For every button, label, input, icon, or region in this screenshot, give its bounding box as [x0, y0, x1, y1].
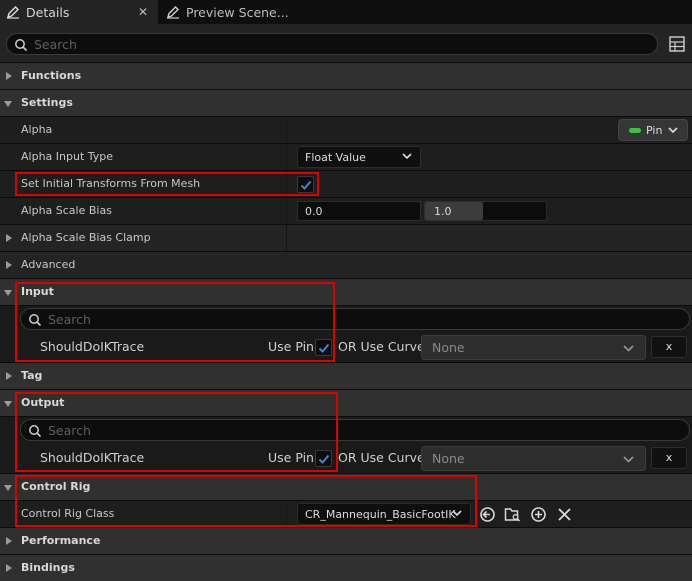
- category-input-label: Input: [21, 285, 54, 298]
- pencil-icon: [166, 6, 179, 19]
- checkmark-icon: [318, 343, 330, 353]
- category-bindings[interactable]: Bindings: [0, 554, 692, 581]
- tab-bar: Details ✕ Preview Scene...: [0, 0, 692, 24]
- input-search-placeholder: Search: [48, 312, 91, 327]
- expand-arrow-icon: [6, 261, 12, 269]
- expand-arrow-icon: [6, 72, 12, 80]
- collapse-arrow-icon: [4, 290, 12, 296]
- group-alpha-scale-bias-clamp-label: Alpha Scale Bias Clamp: [21, 231, 151, 244]
- pencil-icon: [6, 6, 19, 19]
- clear-icon[interactable]: [556, 506, 573, 523]
- chevron-down-icon: [668, 127, 678, 134]
- search-placeholder: Search: [34, 37, 77, 52]
- property-label-alpha-input-type: Alpha Input Type: [21, 150, 114, 163]
- input-or-use-curve-label: OR Use Curve: [338, 339, 425, 354]
- output-search-input[interactable]: Search: [20, 419, 690, 441]
- category-performance-label: Performance: [21, 534, 101, 547]
- search-input[interactable]: Search: [6, 33, 658, 55]
- details-search-row: Search: [0, 24, 692, 64]
- category-settings-label: Settings: [21, 96, 73, 109]
- alpha-scale-bias-min-input[interactable]: 0.0: [297, 201, 421, 221]
- add-icon[interactable]: [530, 506, 547, 523]
- alpha-scale-bias-max-value: 1.0: [434, 205, 452, 218]
- search-icon: [29, 425, 42, 438]
- category-bindings-label: Bindings: [21, 561, 75, 574]
- input-search-input[interactable]: Search: [20, 308, 690, 330]
- input-use-pin-checkbox[interactable]: [315, 339, 332, 356]
- use-selected-icon[interactable]: [479, 506, 496, 523]
- property-matrix-icon[interactable]: [668, 35, 686, 53]
- search-icon: [29, 314, 42, 327]
- property-row-alpha-input-type: Alpha Input Type Float Value: [0, 143, 692, 170]
- collapse-arrow-icon: [4, 485, 12, 491]
- input-pins-panel: Search ShouldDoIKTrace Use Pin OR Use Cu…: [0, 305, 692, 362]
- output-pins-panel: Search ShouldDoIKTrace Use Pin OR Use Cu…: [0, 416, 692, 473]
- alpha-input-type-combo[interactable]: Float Value: [297, 146, 421, 168]
- category-functions[interactable]: Functions: [0, 62, 692, 89]
- tab-preview-scene-label: Preview Scene...: [186, 4, 289, 20]
- property-row-alpha-scale-bias: Alpha Scale Bias 0.0 1.0: [0, 197, 692, 224]
- set-initial-transforms-checkbox[interactable]: [297, 176, 314, 193]
- output-curve-combo[interactable]: None: [421, 446, 646, 471]
- category-output[interactable]: Output: [0, 389, 692, 416]
- group-advanced[interactable]: Advanced: [0, 251, 692, 278]
- category-tag[interactable]: Tag: [0, 362, 692, 389]
- search-icon: [15, 39, 28, 52]
- input-clear-button[interactable]: x: [651, 336, 687, 358]
- property-row-alpha: Alpha Pin: [0, 116, 692, 143]
- category-settings[interactable]: Settings: [0, 89, 692, 116]
- chevron-down-icon: [452, 510, 462, 517]
- output-or-use-curve-label: OR Use Curve: [338, 450, 425, 465]
- property-row-control-rig-class: Control Rig Class CR_Mannequin_BasicFoot…: [0, 500, 692, 527]
- category-functions-label: Functions: [21, 69, 82, 82]
- property-label-set-initial-transforms: Set Initial Transforms From Mesh: [21, 177, 201, 190]
- output-use-pin-checkbox[interactable]: [315, 450, 332, 467]
- property-row-set-initial-transforms: Set Initial Transforms From Mesh: [0, 170, 692, 197]
- browse-folder-icon[interactable]: [504, 506, 521, 523]
- control-rig-class-value: CR_Mannequin_BasicFootIK: [305, 508, 456, 521]
- output-search-placeholder: Search: [48, 423, 91, 438]
- category-control-rig[interactable]: Control Rig: [0, 473, 692, 500]
- tab-details[interactable]: Details ✕: [0, 0, 158, 24]
- category-tag-label: Tag: [21, 369, 43, 382]
- category-performance[interactable]: Performance: [0, 527, 692, 554]
- output-clear-button[interactable]: x: [651, 447, 687, 469]
- tab-preview-scene[interactable]: Preview Scene...: [160, 0, 330, 24]
- collapse-arrow-icon: [4, 101, 12, 107]
- property-label-alpha-scale-bias: Alpha Scale Bias: [21, 204, 112, 217]
- property-label-alpha: Alpha: [21, 123, 53, 136]
- output-curve-value: None: [432, 451, 465, 466]
- category-output-label: Output: [21, 396, 65, 409]
- checkmark-icon: [318, 454, 330, 464]
- output-pin-name: ShouldDoIKTrace: [40, 450, 145, 465]
- group-advanced-label: Advanced: [21, 258, 76, 271]
- input-curve-combo[interactable]: None: [421, 335, 646, 360]
- collapse-arrow-icon: [4, 401, 12, 407]
- input-pin-name: ShouldDoIKTrace: [40, 339, 145, 354]
- expand-arrow-icon: [6, 564, 12, 572]
- expand-arrow-icon: [6, 234, 12, 242]
- output-use-pin-label: Use Pin: [268, 450, 314, 465]
- control-rig-class-combo[interactable]: CR_Mannequin_BasicFootIK: [297, 503, 471, 525]
- property-label-control-rig-class: Control Rig Class: [21, 507, 115, 520]
- chevron-down-icon: [623, 456, 634, 463]
- alpha-scale-bias-max-input[interactable]: 1.0: [424, 201, 547, 221]
- input-use-pin-label: Use Pin: [268, 339, 314, 354]
- alpha-pin-label: Pin: [646, 124, 663, 137]
- checkmark-icon: [300, 180, 312, 190]
- alpha-input-type-value: Float Value: [305, 151, 366, 164]
- chevron-down-icon: [623, 345, 634, 352]
- category-control-rig-label: Control Rig: [21, 480, 91, 493]
- category-input[interactable]: Input: [0, 278, 692, 305]
- expand-arrow-icon: [6, 537, 12, 545]
- alpha-pin-dropdown[interactable]: Pin: [618, 119, 688, 141]
- chevron-down-icon: [402, 153, 412, 160]
- expand-arrow-icon: [6, 372, 12, 380]
- pin-indicator-icon: [629, 128, 641, 133]
- tab-details-label: Details: [26, 4, 70, 20]
- input-curve-value: None: [432, 340, 465, 355]
- alpha-scale-bias-min-value: 0.0: [305, 205, 323, 218]
- group-alpha-scale-bias-clamp[interactable]: Alpha Scale Bias Clamp: [0, 224, 692, 251]
- close-icon[interactable]: ✕: [138, 5, 148, 19]
